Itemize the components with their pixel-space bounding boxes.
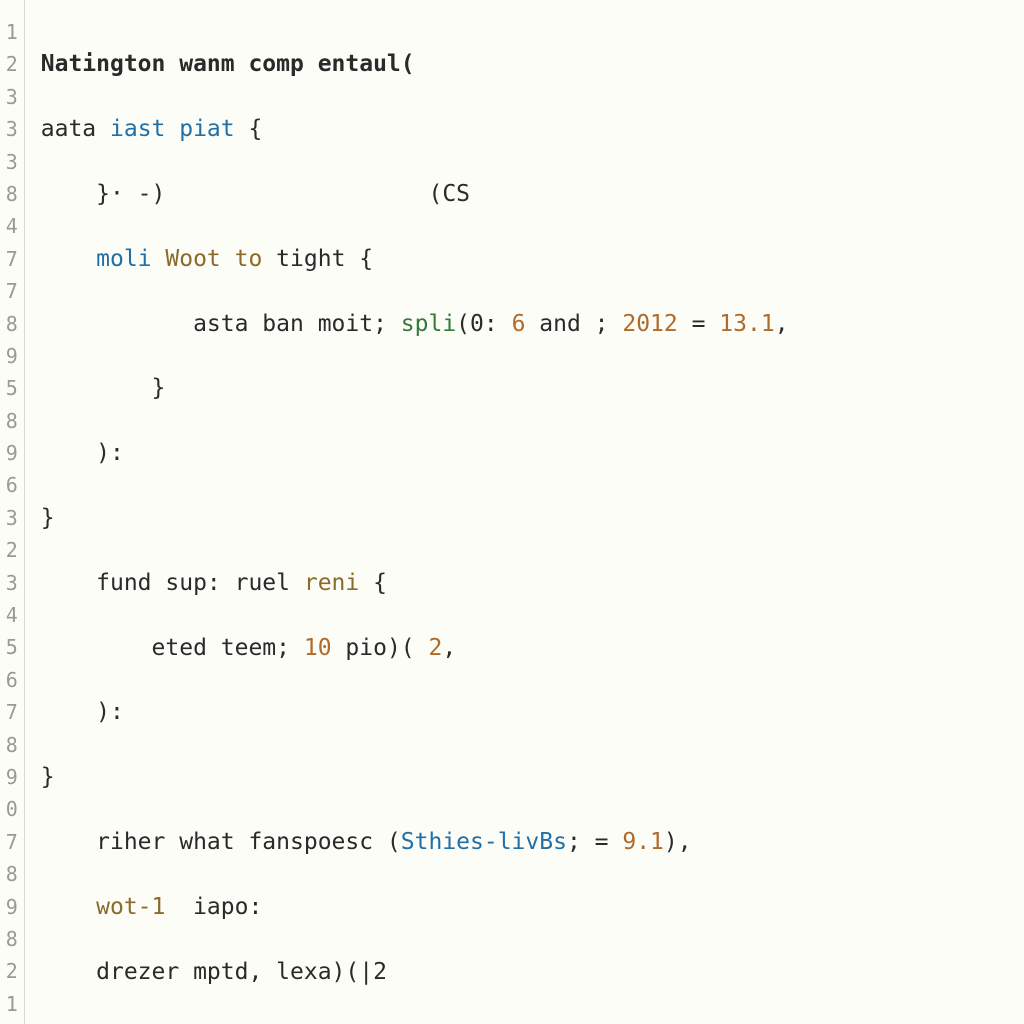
code-line[interactable]: ): [41, 696, 1024, 728]
code-line[interactable]: asta ban moit; spli(0: 6 and ; 2012 = 13… [41, 308, 1024, 340]
line-number: 1 [0, 988, 24, 1020]
line-number: 8 [0, 178, 24, 210]
code-line[interactable]: fund sup: ruel reni { [41, 567, 1024, 599]
code-line[interactable]: }· -) (CS [41, 178, 1024, 210]
line-number: 7 [0, 696, 24, 728]
line-number: 6 [0, 469, 24, 501]
line-number: 0 [0, 793, 24, 825]
line-number: 7 [0, 275, 24, 307]
line-number: 8 [0, 858, 24, 890]
line-number: 4 [0, 599, 24, 631]
line-number: 9 [0, 437, 24, 469]
line-number: 2 [0, 48, 24, 80]
line-number: 1 [0, 16, 24, 48]
line-number: 8 [0, 308, 24, 340]
line-number: 9 [0, 891, 24, 923]
line-number: 3 [0, 502, 24, 534]
code-line[interactable]: wot-1 iapo: [41, 891, 1024, 923]
code-line[interactable]: drezer mptd, lexa)(|2 [41, 956, 1024, 988]
line-number-gutter: 1 2 3 3 3 8 4 7 7 8 9 5 8 9 6 3 2 3 4 5 … [0, 0, 25, 1024]
code-line[interactable]: Natington wanm comp entaul( [41, 48, 1024, 80]
line-number: 2 [0, 534, 24, 566]
line-number: 5 [0, 631, 24, 663]
line-number: 2 [0, 955, 24, 987]
line-number: 5 [0, 372, 24, 404]
code-line[interactable]: } [41, 502, 1024, 534]
line-number: 6 [0, 664, 24, 696]
code-editor: 1 2 3 3 3 8 4 7 7 8 9 5 8 9 6 3 2 3 4 5 … [0, 0, 1024, 1024]
code-line[interactable]: ): [41, 437, 1024, 469]
line-number: 9 [0, 761, 24, 793]
code-area[interactable]: Natington wanm comp entaul( aata iast pi… [25, 0, 1024, 1024]
line-number: 3 [0, 567, 24, 599]
line-number: 3 [0, 113, 24, 145]
line-number: 4 [0, 210, 24, 242]
line-number: 8 [0, 729, 24, 761]
code-line[interactable]: riher what fanspoesc (Sthies-livBs; = 9.… [41, 826, 1024, 858]
line-number: 3 [0, 81, 24, 113]
code-line[interactable]: eted teem; 10 pio)( 2, [41, 632, 1024, 664]
code-line[interactable]: aata iast piat { [41, 113, 1024, 145]
code-line[interactable]: } [41, 372, 1024, 404]
line-number: 8 [0, 923, 24, 955]
code-line[interactable]: moli Woot to tight { [41, 243, 1024, 275]
line-number: 3 [0, 146, 24, 178]
line-number: 8 [0, 405, 24, 437]
code-line[interactable]: } [41, 1020, 1024, 1024]
code-line[interactable]: } [41, 761, 1024, 793]
line-number: 9 [0, 340, 24, 372]
line-number: 7 [0, 243, 24, 275]
line-number: 7 [0, 826, 24, 858]
